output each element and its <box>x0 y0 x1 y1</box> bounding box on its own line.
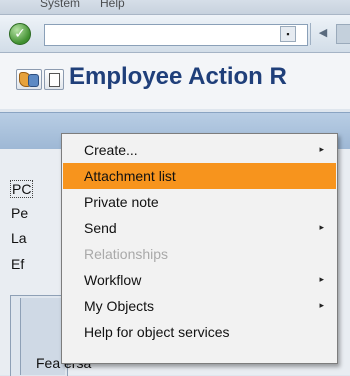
page-title: Employee Action R <box>69 63 287 90</box>
page-icon <box>49 73 60 87</box>
submenu-arrow-icon: ▸ <box>319 275 324 285</box>
toolbar-next-button[interactable] <box>336 24 350 44</box>
menu-item-label: Relationships <box>84 246 169 262</box>
menu-item-my-objects[interactable]: My Objects ▸ <box>63 293 336 319</box>
enter-check-icon[interactable]: ✓ <box>9 23 31 45</box>
menu-system[interactable]: System <box>40 0 80 10</box>
menu-item-label: Private note <box>84 194 159 210</box>
submenu-arrow-icon: ▸ <box>319 145 324 155</box>
standard-toolbar: ✓ ▪ ◀ <box>0 15 350 53</box>
menu-item-help-for-object-services[interactable]: Help for object services <box>63 319 336 345</box>
menu-item-send[interactable]: Send ▸ <box>63 215 336 241</box>
menu-item-label: My Objects <box>84 298 155 314</box>
menu-item-relationships: Relationships <box>63 241 336 267</box>
services-for-object-icon[interactable] <box>16 69 42 90</box>
toolbar-separator <box>310 23 311 45</box>
menu-item-attachment-list[interactable]: Attachment list <box>63 163 336 189</box>
menu-item-label: Create... <box>84 142 138 158</box>
field-label: La <box>11 230 27 246</box>
menu-item-label: Workflow <box>84 272 142 288</box>
submenu-arrow-icon: ▸ <box>319 301 324 311</box>
back-icon[interactable]: ◀ <box>316 26 330 40</box>
menu-item-label: Send <box>84 220 117 236</box>
object-services-part-icon <box>28 74 39 87</box>
menu-item-label: Attachment list <box>84 168 176 184</box>
menu-item-workflow[interactable]: Workflow ▸ <box>63 267 336 293</box>
menu-item-create[interactable]: Create... ▸ <box>63 137 336 163</box>
field-label: PC <box>10 180 34 198</box>
menu-item-private-note[interactable]: Private note <box>63 189 336 215</box>
document-icon[interactable] <box>44 69 64 90</box>
menu-item-label: Help for object services <box>84 324 230 340</box>
submenu-arrow-icon: ▸ <box>319 223 324 233</box>
command-field[interactable] <box>44 24 308 46</box>
field-label: Ef <box>11 256 25 272</box>
field-label: Pe <box>11 205 29 221</box>
menu-bar: System Help <box>0 0 350 15</box>
object-services-menu: Create... ▸ Attachment list Private note… <box>61 133 338 364</box>
command-history-icon[interactable]: ▪ <box>280 26 296 42</box>
menu-help[interactable]: Help <box>100 0 125 10</box>
